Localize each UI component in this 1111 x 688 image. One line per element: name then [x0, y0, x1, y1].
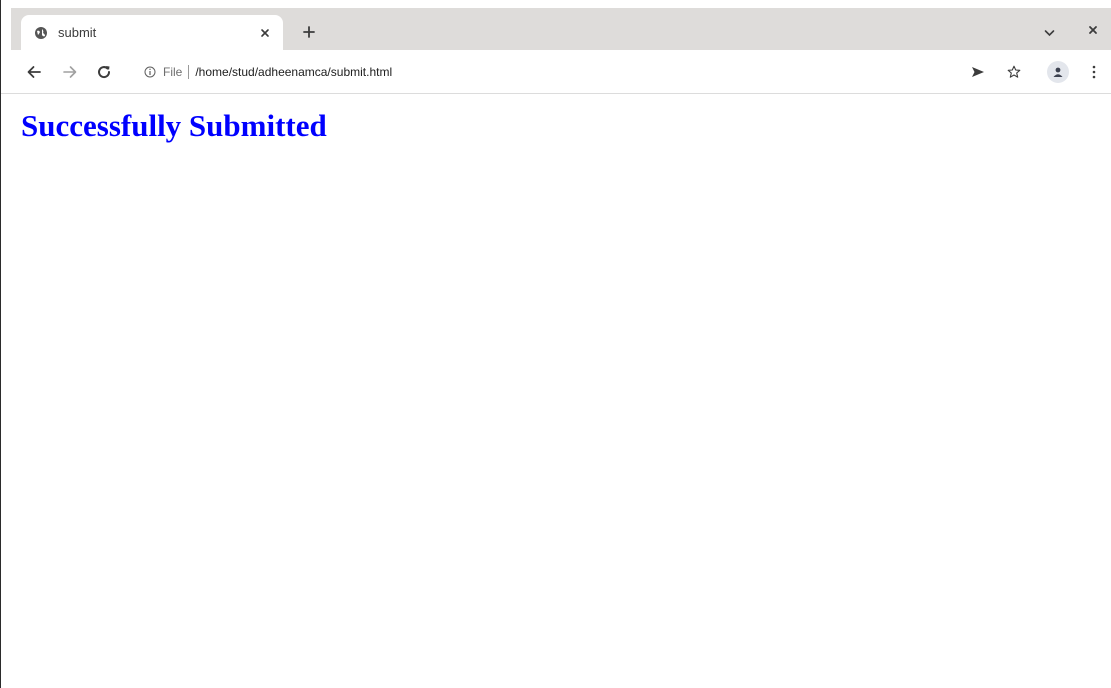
new-tab-icon[interactable] — [301, 24, 317, 40]
arrow-left-icon[interactable] — [25, 63, 43, 81]
url-divider — [188, 65, 190, 79]
url-text[interactable]: /home/stud/adheenamca/submit.html — [195, 65, 392, 79]
chevron-down-icon[interactable] — [1041, 25, 1057, 41]
address-bar[interactable]: File /home/stud/adheenamca/submit.html — [133, 56, 1041, 88]
tab-title: submit — [58, 25, 97, 40]
url-scheme-label: File — [163, 65, 183, 79]
globe-icon — [34, 26, 48, 40]
browser-toolbar: File /home/stud/adheenamca/submit.html — [1, 50, 1111, 94]
arrow-right-icon[interactable] — [61, 63, 79, 81]
window-close-icon[interactable] — [1085, 22, 1101, 38]
profile-icon[interactable] — [1047, 61, 1069, 83]
send-icon[interactable] — [969, 63, 987, 81]
star-icon[interactable] — [1005, 63, 1023, 81]
page-content: Successfully Submitted — [1, 94, 1111, 144]
tab-close-icon[interactable] — [257, 25, 273, 41]
tab-submit[interactable]: submit — [21, 15, 283, 50]
kebab-menu-icon[interactable] — [1085, 63, 1103, 81]
browser-window: submit File /home/stud/adheenamca/submit… — [0, 0, 1111, 688]
info-icon[interactable] — [143, 65, 157, 79]
reload-icon[interactable] — [95, 63, 113, 81]
page-heading: Successfully Submitted — [21, 108, 327, 143]
tab-strip: submit — [1, 0, 1111, 50]
